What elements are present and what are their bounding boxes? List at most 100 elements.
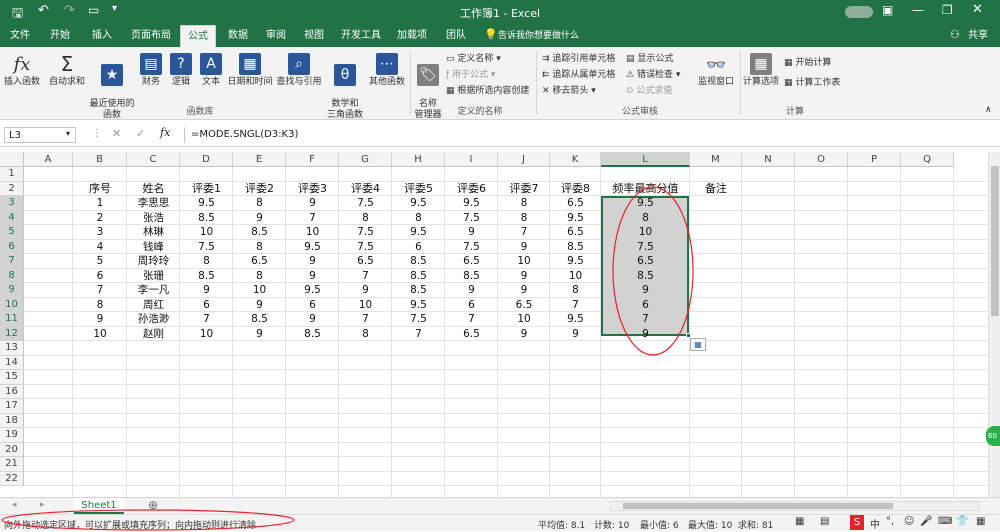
cell-j7[interactable]: 10 bbox=[498, 254, 550, 268]
fx-button[interactable]: fx bbox=[160, 126, 170, 139]
error-checking-button[interactable]: ⚠ 错误检查 ▾ bbox=[626, 69, 680, 81]
row-header-21[interactable]: 21 bbox=[0, 457, 24, 472]
ime-s-icon[interactable]: S bbox=[850, 515, 864, 530]
row-header-4[interactable]: 4 bbox=[0, 210, 24, 225]
cell-d3[interactable]: 9.5 bbox=[180, 196, 233, 210]
column-header-f[interactable]: F bbox=[286, 152, 339, 167]
cell-i10[interactable]: 6 bbox=[445, 298, 498, 312]
save-icon[interactable]: 🖫 bbox=[12, 4, 23, 26]
cell-h9[interactable]: 8.5 bbox=[392, 283, 445, 297]
tab-addins[interactable]: 加载项 bbox=[392, 25, 432, 47]
row-header-17[interactable]: 17 bbox=[0, 399, 24, 414]
cell-b6[interactable]: 4 bbox=[73, 240, 127, 254]
cell-d8[interactable]: 8.5 bbox=[180, 269, 233, 283]
column-header-d[interactable]: D bbox=[180, 152, 233, 167]
undo-icon[interactable]: ↶ bbox=[38, 3, 49, 18]
column-header-l[interactable]: L bbox=[601, 152, 690, 167]
cell-b9[interactable]: 7 bbox=[73, 283, 127, 297]
column-header-i[interactable]: I bbox=[445, 152, 498, 167]
cell-b11[interactable]: 9 bbox=[73, 312, 127, 326]
row-header-7[interactable]: 7 bbox=[0, 254, 24, 269]
math-trig-button[interactable]: θ 数学和 三角函数 bbox=[326, 53, 364, 121]
ime-zh-icon[interactable]: 中 bbox=[870, 516, 880, 531]
cell-k9[interactable]: 8 bbox=[550, 283, 601, 297]
cell-i6[interactable]: 7.5 bbox=[445, 240, 498, 254]
column-header-o[interactable]: O bbox=[795, 152, 848, 167]
ribbon-options-icon[interactable]: ▣ bbox=[882, 3, 893, 17]
tab-developer[interactable]: 开发工具 bbox=[336, 25, 386, 47]
create-from-selection-button[interactable]: ▦ 根据所选内容创建 bbox=[446, 85, 529, 97]
row-header-14[interactable]: 14 bbox=[0, 355, 24, 370]
cell-j6[interactable]: 9 bbox=[498, 240, 550, 254]
emoji-icon[interactable]: ☺ bbox=[904, 516, 914, 527]
cell-k8[interactable]: 10 bbox=[550, 269, 601, 283]
cell-i3[interactable]: 9.5 bbox=[445, 196, 498, 210]
cell-d7[interactable]: 8 bbox=[180, 254, 233, 268]
cell-g2[interactable]: 评委4 bbox=[339, 182, 392, 196]
cell-f6[interactable]: 9.5 bbox=[286, 240, 339, 254]
cell-k5[interactable]: 6.5 bbox=[550, 225, 601, 239]
cell-d12[interactable]: 10 bbox=[180, 327, 233, 341]
user-avatar[interactable] bbox=[845, 6, 873, 18]
hscroll-thumb[interactable] bbox=[623, 503, 893, 509]
cell-j2[interactable]: 评委7 bbox=[498, 182, 550, 196]
enter-icon[interactable]: ✓ bbox=[136, 127, 145, 140]
cell-f3[interactable]: 9 bbox=[286, 196, 339, 210]
cell-k12[interactable]: 9 bbox=[550, 327, 601, 341]
use-in-formula-button[interactable]: ƒ 用于公式 ▾ bbox=[446, 69, 495, 81]
tab-review[interactable]: 审阅 bbox=[260, 25, 292, 47]
row-header-15[interactable]: 15 bbox=[0, 370, 24, 385]
cell-b5[interactable]: 3 bbox=[73, 225, 127, 239]
text-functions-button[interactable]: A 文本 bbox=[196, 53, 226, 88]
row-header-2[interactable]: 2 bbox=[0, 181, 24, 196]
cell-d2[interactable]: 评委1 bbox=[180, 182, 233, 196]
cell-f4[interactable]: 7 bbox=[286, 211, 339, 225]
more-functions-button[interactable]: ⋯ 其他函数 bbox=[366, 53, 408, 88]
row-header-6[interactable]: 6 bbox=[0, 239, 24, 254]
row-header-12[interactable]: 12 bbox=[0, 326, 24, 341]
cell-b2[interactable]: 序号 bbox=[73, 182, 127, 196]
cell-g12[interactable]: 8 bbox=[339, 327, 392, 341]
cell-b8[interactable]: 6 bbox=[73, 269, 127, 283]
cell-h11[interactable]: 7.5 bbox=[392, 312, 445, 326]
insert-function-button[interactable]: fx 插入函数 bbox=[2, 53, 42, 88]
cell-j10[interactable]: 6.5 bbox=[498, 298, 550, 312]
row-header-3[interactable]: 3 bbox=[0, 196, 24, 211]
remove-arrows-button[interactable]: ✕ 移去箭头 ▾ bbox=[542, 85, 596, 97]
cell-g10[interactable]: 10 bbox=[339, 298, 392, 312]
define-name-button[interactable]: ▭ 定义名称 ▾ bbox=[446, 53, 501, 65]
cell-g9[interactable]: 9 bbox=[339, 283, 392, 297]
row-header-22[interactable]: 22 bbox=[0, 471, 24, 486]
tab-home[interactable]: 开始 bbox=[44, 25, 76, 47]
row-header-5[interactable]: 5 bbox=[0, 225, 24, 240]
column-header-e[interactable]: E bbox=[233, 152, 286, 167]
cell-i12[interactable]: 6.5 bbox=[445, 327, 498, 341]
tab-data[interactable]: 数据 bbox=[222, 25, 254, 47]
quick-access-icon[interactable]: ▭ bbox=[88, 3, 99, 17]
watch-window-button[interactable]: 👓 监视窗口 bbox=[694, 53, 738, 88]
cell-f2[interactable]: 评委3 bbox=[286, 182, 339, 196]
cell-j8[interactable]: 9 bbox=[498, 269, 550, 283]
cell-i7[interactable]: 6.5 bbox=[445, 254, 498, 268]
row-header-10[interactable]: 10 bbox=[0, 297, 24, 312]
calc-options-button[interactable]: ▦ 计算选项 bbox=[742, 53, 780, 88]
cell-h12[interactable]: 7 bbox=[392, 327, 445, 341]
side-badge[interactable]: 60 bbox=[986, 426, 1000, 446]
customize-qat-icon[interactable]: ▾ bbox=[112, 3, 117, 14]
cell-k10[interactable]: 7 bbox=[550, 298, 601, 312]
recent-functions-button[interactable]: ★ 最近使用的 函数 bbox=[88, 53, 136, 121]
mic-icon[interactable]: 🎤 bbox=[920, 516, 932, 527]
cell-h10[interactable]: 9.5 bbox=[392, 298, 445, 312]
cell-g5[interactable]: 7.5 bbox=[339, 225, 392, 239]
cell-c11[interactable]: 孙浩渺 bbox=[127, 312, 180, 326]
cell-c4[interactable]: 张浩 bbox=[127, 211, 180, 225]
cell-f10[interactable]: 6 bbox=[286, 298, 339, 312]
cell-j4[interactable]: 8 bbox=[498, 211, 550, 225]
cell-k3[interactable]: 6.5 bbox=[550, 196, 601, 210]
scroll-thumb[interactable] bbox=[991, 166, 999, 316]
worksheet-grid[interactable]: ABCDEFGHIJKLMNOPQ 1 2 3 4 5 6 7 8 9 10 11 12 13 14 15 1… bbox=[0, 152, 988, 497]
cell-h5[interactable]: 9.5 bbox=[392, 225, 445, 239]
cell-f5[interactable]: 10 bbox=[286, 225, 339, 239]
row-header-16[interactable]: 16 bbox=[0, 384, 24, 399]
cell-c2[interactable]: 姓名 bbox=[127, 182, 180, 196]
